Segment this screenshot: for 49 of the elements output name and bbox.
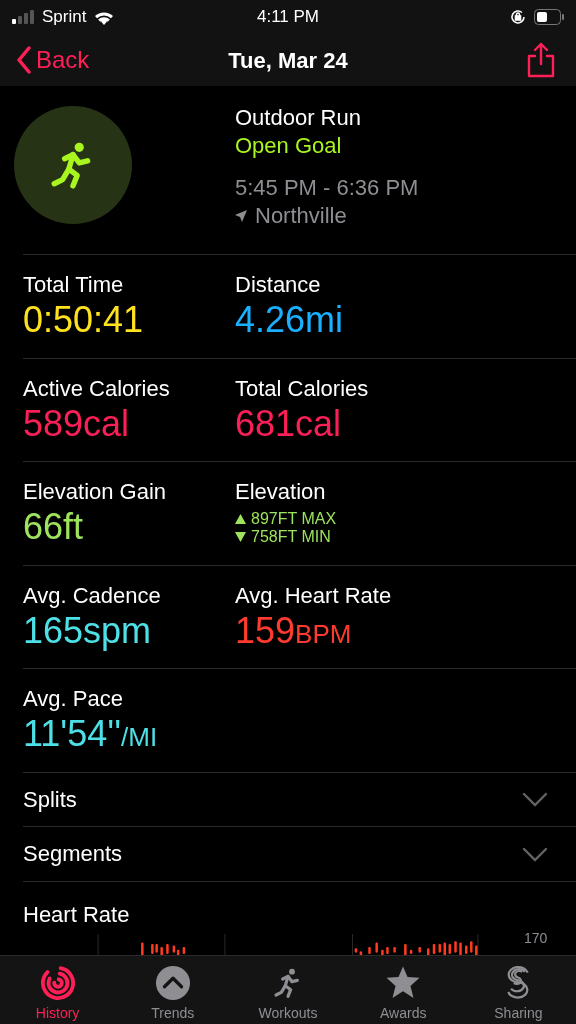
metric-value: 165spm	[23, 609, 153, 652]
metric-value: 11'54''/MI	[23, 713, 159, 756]
metric-label: Total Calories	[235, 374, 370, 403]
location-arrow-icon	[235, 210, 247, 222]
workout-name: Outdoor Run	[235, 104, 362, 132]
triangle-down-icon	[235, 532, 246, 542]
axis-label: 170	[524, 928, 548, 948]
tab-item[interactable]: History	[0, 956, 116, 1024]
section-row[interactable]: Splits	[23, 772, 576, 827]
metric-label: Avg. Heart Rate	[235, 581, 393, 610]
triangle-up-icon	[235, 514, 246, 524]
battery-icon	[534, 9, 564, 25]
tab-item[interactable]: Workouts	[230, 956, 346, 1024]
elevation-min: 758FT MIN	[251, 528, 331, 546]
workout-location: Northville	[255, 202, 347, 230]
rotation-lock-icon	[510, 9, 526, 25]
metric-label: Total Time	[23, 271, 125, 299]
tab-item[interactable]: Trends	[115, 956, 231, 1024]
section-label: Segments	[23, 840, 123, 869]
activity-rings-icon	[38, 965, 77, 1001]
chevron-down-icon	[522, 845, 548, 862]
carrier-name: Sprint	[42, 6, 87, 29]
metric-value: 4.26mi	[235, 299, 345, 341]
section-row[interactable]: Segments	[23, 827, 576, 882]
tab-item[interactable]: Awards	[345, 956, 461, 1024]
heart-rate-title: Heart Rate	[23, 901, 131, 928]
chevron-up-circle-icon	[153, 965, 192, 1001]
workout-time-range: 5:45 PM - 6:36 PM	[235, 174, 419, 202]
tab-item[interactable]: Sharing	[460, 956, 576, 1024]
metric-value: 681cal	[235, 402, 343, 445]
clock-time: 4:11 PM	[256, 6, 320, 29]
section-label: Splits	[23, 785, 77, 814]
elevation-max: 897FT MAX	[251, 510, 337, 528]
nav-title: Tue, Mar 24	[228, 46, 348, 75]
metric-value: 0:50:41	[23, 299, 145, 341]
back-button[interactable]: Back	[16, 42, 90, 78]
metric-label: Distance	[235, 271, 322, 299]
metric-label: Avg. Cadence	[23, 581, 162, 610]
chevron-down-icon	[522, 791, 548, 808]
workout-goal: Open Goal	[235, 132, 343, 160]
metric-value: 589cal	[23, 402, 131, 445]
metric-value: 159BPM	[235, 609, 353, 653]
wifi-icon	[94, 9, 115, 25]
metric-value: 66ft	[23, 506, 85, 548]
metric-label: Elevation Gain	[23, 478, 168, 506]
metric-label: Elevation	[235, 478, 327, 506]
chevron-left-icon	[16, 46, 32, 74]
metric-label: Avg. Pace	[23, 685, 124, 713]
metric-label: Active Calories	[23, 374, 171, 403]
